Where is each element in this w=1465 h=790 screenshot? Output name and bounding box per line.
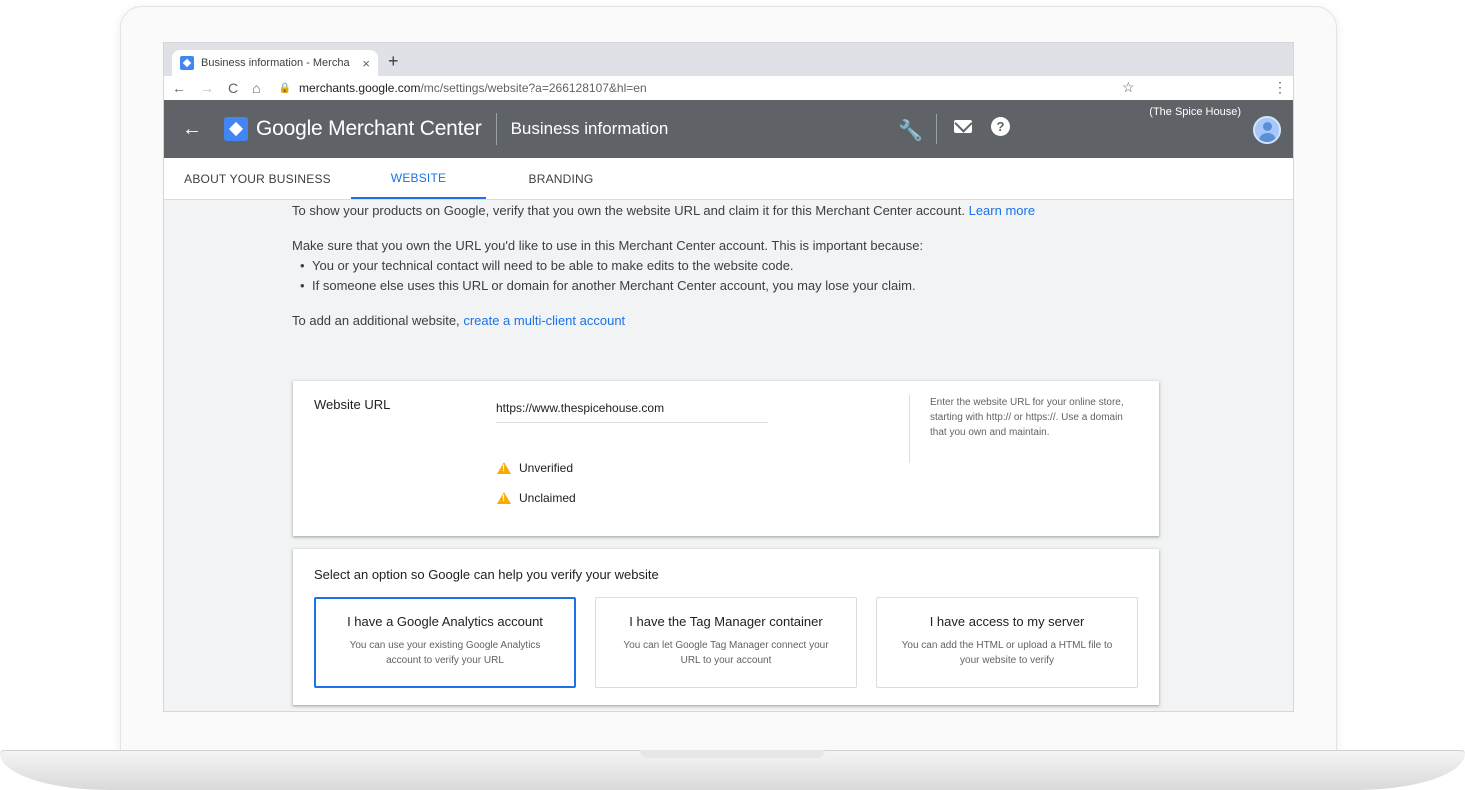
unverified-status: Unverified xyxy=(497,461,573,475)
list-item: You or your technical contact will need … xyxy=(292,256,1112,276)
tab-strip: Business information - Mercha × + xyxy=(164,43,1293,76)
browser-menu-icon[interactable]: ⋮ xyxy=(1273,79,1287,96)
website-url-help-text: Enter the website URL for your online st… xyxy=(930,397,1124,438)
option-tag-manager[interactable]: I have the Tag Manager container You can… xyxy=(595,597,857,688)
app-header: ← Google Merchant Center Business inform… xyxy=(164,100,1293,158)
product-name: Google Merchant Center xyxy=(256,117,482,140)
bookmark-star-icon[interactable]: ☆ xyxy=(1122,79,1135,96)
website-url-input[interactable]: https://www.thespicehouse.com xyxy=(496,397,768,423)
learn-more-link[interactable]: Learn more xyxy=(969,203,1035,218)
browser-toolbar: ← → C ⌂ 🔒 merchants.google.com/mc/settin… xyxy=(164,76,1293,100)
forward-icon[interactable]: → xyxy=(200,80,214,96)
verify-options-card: Select an option so Google can help you … xyxy=(293,549,1159,705)
intro-line-3: To add an additional website, create a m… xyxy=(292,311,1112,331)
mail-icon[interactable] xyxy=(954,120,972,133)
browser-window: Business information - Mercha × + ← → C … xyxy=(163,42,1294,712)
unclaimed-status: Unclaimed xyxy=(497,491,576,505)
browser-tab-title: Business information - Mercha xyxy=(201,57,350,69)
verify-options-title: Select an option so Google can help you … xyxy=(314,567,659,582)
help-divider xyxy=(909,395,910,463)
unverified-label: Unverified xyxy=(519,461,574,475)
warning-icon xyxy=(497,492,511,504)
requirements-list: You or your technical contact will need … xyxy=(292,256,1112,296)
intro-line-3-text: To add an additional website, xyxy=(292,313,460,328)
option-server-access[interactable]: I have access to my server You can add t… xyxy=(876,597,1138,688)
new-tab-button[interactable]: + xyxy=(388,51,399,72)
wrench-icon[interactable]: 🔧 xyxy=(898,118,923,143)
back-icon[interactable]: ← xyxy=(172,80,186,96)
intro-line-2: Make sure that you own the URL you'd lik… xyxy=(292,238,924,253)
tab-about-your-business[interactable]: ABOUT YOUR BUSINESS xyxy=(164,158,351,199)
option-description: You can add the HTML or upload a HTML fi… xyxy=(901,640,1113,666)
reload-icon[interactable]: C xyxy=(228,80,238,96)
merchant-center-logo xyxy=(224,117,248,141)
unclaimed-label: Unclaimed xyxy=(519,491,576,505)
close-tab-icon[interactable]: × xyxy=(362,56,370,71)
intro-text: To show your products on Google, verify … xyxy=(292,201,1112,346)
tab-website[interactable]: WEBSITE xyxy=(351,158,486,199)
account-name: (The Spice House) xyxy=(1149,106,1241,118)
lock-icon: 🔒 xyxy=(278,82,292,94)
option-title: I have access to my server xyxy=(929,614,1085,629)
browser-tab[interactable]: Business information - Mercha × xyxy=(172,50,378,76)
intro-line-1: To show your products on Google, verify … xyxy=(292,201,1112,221)
warning-icon xyxy=(497,462,511,474)
main-content: To show your products on Google, verify … xyxy=(164,201,1293,711)
laptop-notch xyxy=(640,750,825,758)
header-divider xyxy=(495,113,497,145)
address-bar[interactable]: 🔒 merchants.google.com/mc/settings/websi… xyxy=(279,81,647,95)
back-arrow-icon[interactable]: ← xyxy=(182,118,202,141)
section-tabs: ABOUT YOUR BUSINESS WEBSITE BRANDING xyxy=(164,158,1293,200)
website-url-label: Website URL xyxy=(314,397,391,412)
home-icon[interactable]: ⌂ xyxy=(252,80,260,96)
option-description: You can use your existing Google Analyti… xyxy=(349,640,541,666)
header-separator xyxy=(936,114,937,144)
avatar[interactable] xyxy=(1253,116,1281,144)
option-description: You can let Google Tag Manager connect y… xyxy=(623,640,829,666)
option-title: I have the Tag Manager container xyxy=(629,614,823,629)
url-path: /mc/settings/website?a=266128107&hl=en xyxy=(420,81,647,95)
help-icon[interactable]: ? xyxy=(991,117,1010,136)
option-title: I have a Google Analytics account xyxy=(347,614,543,629)
url-host: merchants.google.com xyxy=(299,81,421,95)
intro-line-1-text: To show your products on Google, verify … xyxy=(292,203,965,218)
list-item: If someone else uses this URL or domain … xyxy=(292,276,1112,296)
page-title: Business information xyxy=(510,119,669,138)
tab-branding[interactable]: BRANDING xyxy=(486,158,636,199)
merchant-center-favicon-icon xyxy=(180,56,194,70)
option-google-analytics[interactable]: I have a Google Analytics account You ca… xyxy=(314,597,576,688)
website-url-card: Website URL https://www.thespicehouse.co… xyxy=(293,381,1159,536)
multi-client-account-link[interactable]: create a multi-client account xyxy=(463,313,625,328)
